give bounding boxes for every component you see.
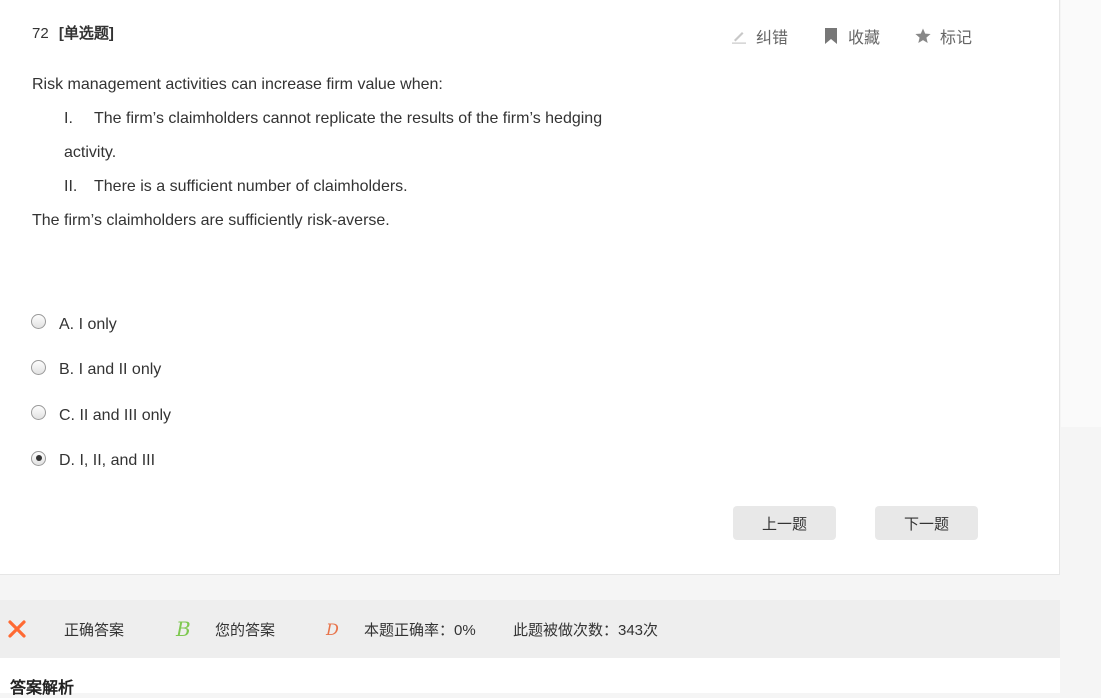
pencil-icon bbox=[730, 27, 748, 45]
previous-question-button[interactable]: 上一题 bbox=[733, 506, 836, 540]
option-a[interactable]: A. I only bbox=[31, 302, 171, 348]
stem-item-2-text: There is a sufficient number of claimhol… bbox=[94, 178, 408, 195]
attempt-count: 此题被做次数：343次 bbox=[513, 621, 659, 639]
mark-button[interactable]: 标记 bbox=[914, 24, 972, 48]
your-answer-value: D bbox=[326, 619, 339, 639]
question-type: [单选题] bbox=[58, 25, 114, 42]
stem-item-3: The firm’s claimholders are sufficiently… bbox=[32, 212, 390, 229]
favorite-button[interactable]: 收藏 bbox=[822, 24, 880, 48]
question-number: 72 bbox=[32, 25, 49, 42]
stem-item-1-text: The firm’s claimholders cannot replicate… bbox=[94, 110, 603, 127]
answer-analysis-section: 答案解析 bbox=[0, 658, 1060, 697]
bookmark-icon bbox=[822, 27, 840, 45]
right-gutter bbox=[1061, 0, 1101, 427]
your-answer-label: 您的答案 bbox=[215, 621, 276, 639]
stem-item-2-numeral: II. bbox=[64, 178, 78, 195]
stem-item-1-numeral: I. bbox=[64, 110, 73, 127]
option-c-radio[interactable] bbox=[31, 405, 46, 421]
option-d-radio[interactable] bbox=[31, 450, 46, 466]
mark-label: 标记 bbox=[940, 30, 973, 47]
star-icon bbox=[914, 27, 932, 45]
stem-item-1: I. The firm’s claimholders cannot replica… bbox=[32, 102, 672, 136]
close-x-icon bbox=[8, 620, 26, 642]
result-bar: 正确答案 B 您的答案 D 本题正确率：0% 此题被做次数：343次 bbox=[0, 600, 1060, 658]
report-error-button[interactable]: 纠错 bbox=[730, 24, 788, 48]
correct-answer-label: 正确答案 bbox=[64, 621, 125, 639]
option-d-label: D. I, II, and III bbox=[59, 452, 156, 470]
option-c-label: C. II and III only bbox=[59, 406, 172, 424]
correct-answer-value: B bbox=[176, 617, 191, 641]
option-b[interactable]: B. I and II only bbox=[31, 348, 171, 394]
option-b-label: B. I and II only bbox=[59, 361, 162, 379]
option-a-radio[interactable] bbox=[31, 314, 46, 330]
option-a-label: A. I only bbox=[59, 315, 117, 333]
favorite-label: 收藏 bbox=[848, 30, 881, 47]
option-d[interactable]: D. I, II, and III bbox=[31, 439, 171, 485]
answer-analysis-title: 答案解析 bbox=[10, 680, 75, 697]
answer-options: A. I only B. I and II only C. II and III… bbox=[31, 302, 171, 484]
question-toolbar: 纠错 收藏 标记 bbox=[730, 24, 972, 48]
question-stem: Risk management activities can increase … bbox=[32, 68, 672, 238]
question-header: 72 [单选题] bbox=[32, 22, 114, 43]
question-card: 72 [单选题] 纠错 收藏 标记 Risk management activi… bbox=[0, 0, 1060, 575]
stem-intro: Risk management activities can increase … bbox=[32, 76, 443, 93]
stem-item-1-cont: activity. bbox=[64, 144, 117, 161]
accuracy-rate: 本题正确率：0% bbox=[364, 621, 476, 639]
option-b-radio[interactable] bbox=[31, 359, 46, 375]
report-error-label: 纠错 bbox=[756, 30, 789, 47]
option-c[interactable]: C. II and III only bbox=[31, 393, 171, 439]
stem-item-2: II. There is a sufficient number of claim… bbox=[32, 170, 672, 204]
next-question-button[interactable]: 下一题 bbox=[875, 506, 978, 540]
